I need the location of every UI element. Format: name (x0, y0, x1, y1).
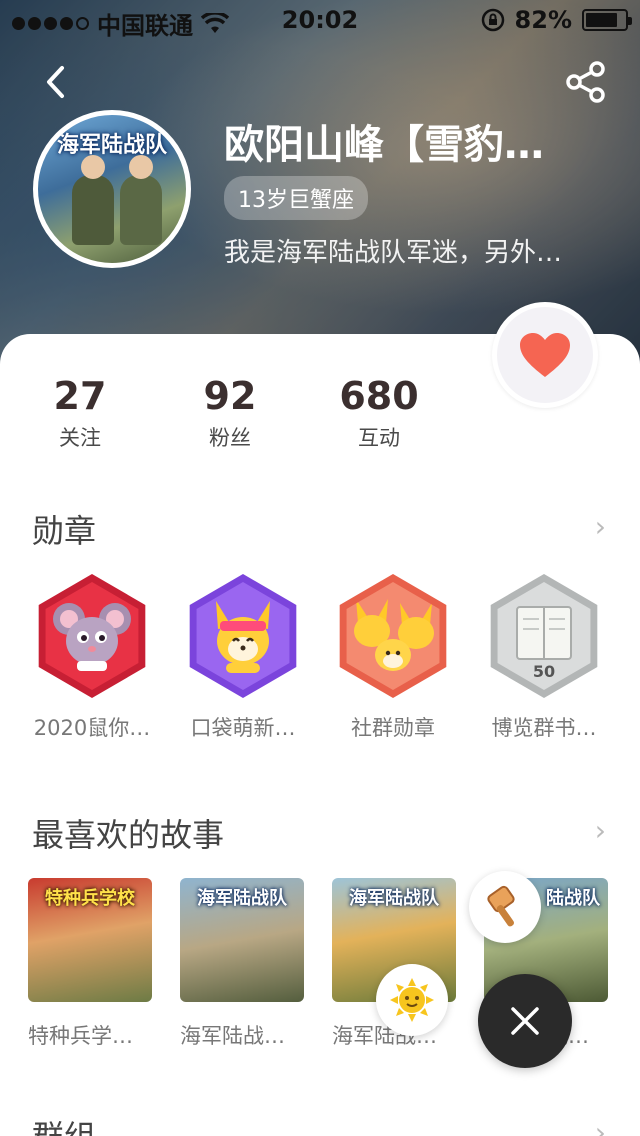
status-bar: 中国联通 20:02 82% (0, 0, 640, 40)
sun-icon (390, 978, 434, 1022)
favorite-stories-title[interactable]: 最喜欢的故事 (32, 810, 224, 856)
stat-label: 粉丝 (209, 426, 251, 450)
stat-followers[interactable]: 92 粉丝 (170, 374, 290, 452)
profile-name: 欧阳山峰【雪豹… (224, 122, 544, 168)
close-button[interactable] (478, 974, 572, 1068)
groups-more-chevron[interactable]: › (595, 1116, 606, 1136)
like-button[interactable] (492, 302, 598, 408)
stat-interactions[interactable]: 680 互动 (319, 374, 439, 452)
medal-community-icon (339, 574, 447, 698)
story-label: 海军陆战… (180, 1024, 285, 1048)
medal-item[interactable]: 口袋萌新… (168, 574, 318, 742)
hammer-icon (487, 885, 515, 927)
medal-label: 社群勋章 (351, 716, 435, 740)
medals-more-chevron[interactable]: › (595, 510, 606, 543)
close-icon (511, 1007, 539, 1035)
stories-more-chevron[interactable]: › (595, 814, 606, 847)
stat-label: 关注 (59, 426, 101, 450)
avatar-cover-title: 海军陆战队 (56, 133, 167, 158)
story-cover: 特种兵学校 (28, 878, 152, 1002)
stat-value: 92 (203, 374, 257, 418)
medals-title[interactable]: 勋章 (32, 506, 96, 552)
battery-icon (582, 9, 632, 31)
story-cover-title: 海军陆战队 (349, 888, 439, 909)
battery-percent: 82% (514, 6, 572, 34)
story-cover-title: 海军陆战队 (197, 888, 287, 909)
hammer-button[interactable] (469, 871, 541, 943)
orientation-lock-icon (481, 8, 504, 32)
medal-mouse-icon (38, 574, 146, 698)
medal-fox-icon (189, 574, 297, 698)
stat-value: 27 (53, 374, 107, 418)
avatar-figure (72, 155, 114, 245)
heart-icon (520, 333, 570, 377)
stat-value: 680 (339, 374, 419, 418)
story-item[interactable]: 海军陆战队 海军陆战… (180, 878, 306, 1050)
story-cover: 海军陆战队 (180, 878, 304, 1002)
groups-title[interactable]: 群组 (32, 1112, 96, 1136)
medal-item[interactable]: 2020鼠你… (17, 574, 167, 742)
medal-label: 口袋萌新… (190, 716, 296, 740)
medal-book-icon: 50 (490, 574, 598, 698)
medal-count: 50 (533, 662, 555, 681)
story-item[interactable]: 特种兵学校 特种兵学… (28, 878, 154, 1050)
share-icon[interactable] (564, 60, 608, 104)
story-cover-title: 特种兵学校 (45, 888, 135, 909)
story-label: 特种兵学… (28, 1024, 133, 1048)
avatar-figure (120, 155, 162, 245)
age-zodiac-tag: 13岁巨蟹座 (224, 176, 368, 220)
medal-item[interactable]: 50 博览群书… (469, 574, 619, 742)
chevron-left-icon[interactable] (36, 62, 76, 102)
stat-label: 互动 (358, 426, 400, 450)
medal-item[interactable]: 社群勋章 (318, 574, 468, 742)
avatar[interactable]: 海军陆战队 (33, 110, 191, 268)
medal-label: 博览群书… (491, 716, 597, 740)
sun-button[interactable] (376, 964, 448, 1036)
profile-bio[interactable]: 我是海军陆战队军迷，另外… (224, 232, 562, 269)
stat-following[interactable]: 27 关注 (20, 374, 140, 452)
medal-label: 2020鼠你… (33, 716, 151, 740)
